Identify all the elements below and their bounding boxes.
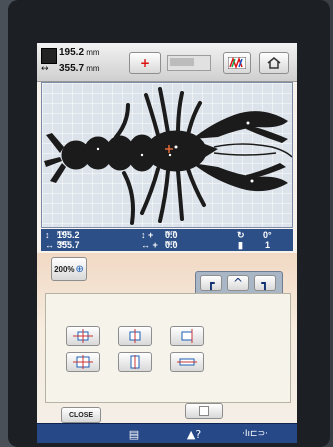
align-frame-button[interactable] (66, 352, 100, 372)
design-grid (42, 83, 292, 227)
design-preview-canvas[interactable] (41, 82, 293, 228)
height-icon: ↕ (45, 230, 50, 240)
edit-panel: 200% ⊕ ┏ ^ ┓ < • > ┗ v ┛ (37, 253, 297, 443)
help-button[interactable]: ▲ ? (177, 426, 211, 442)
align-horizontal-button[interactable] (170, 352, 204, 372)
help-label: ? (195, 427, 202, 441)
top-bottom-align-icon (130, 355, 140, 369)
thread-spool-icon: ▮ (238, 240, 243, 250)
zoom-label: 200% (54, 264, 75, 274)
document-icon[interactable]: ▤ (123, 426, 145, 442)
move-up-button[interactable]: ^ (227, 275, 249, 291)
color-palette-button[interactable] (223, 52, 251, 74)
person-icon: ▲ (186, 427, 196, 441)
width-icon: ↔ (45, 240, 54, 250)
hoop-shape-icon (170, 58, 194, 66)
top-bar: 195.2 mm ↔ 355.7 mm + (37, 43, 297, 82)
design-info-bar: ↕ 195.2 mm ↔ 355.7 mm ↕ + 0.0 mm ↔ + 0.0… (41, 229, 293, 251)
info-color-count: 1 (265, 240, 271, 250)
close-label: CLOSE (68, 411, 94, 419)
info-rotation: 0° (263, 230, 272, 240)
horizontal-align-icon (177, 358, 197, 366)
width-size-icon (41, 48, 57, 64)
y-offset-icon: ↕ + (141, 230, 154, 240)
hoop-center-button[interactable]: + (129, 52, 161, 74)
align-top-bottom-button[interactable] (118, 352, 152, 372)
cross-align-icon (73, 329, 93, 343)
height-size-icon: ↔ (41, 64, 49, 74)
hoop-size-indicator (167, 55, 211, 71)
close-button[interactable]: CLOSE (61, 407, 101, 423)
align-right-button[interactable] (170, 326, 204, 346)
stitch-start-button[interactable] (185, 403, 223, 419)
align-vertical-center-button[interactable] (118, 326, 152, 346)
layout-panel (45, 293, 291, 403)
thread-color-icon (228, 57, 246, 69)
vertical-align-icon (129, 329, 141, 343)
presser-foot-icon[interactable]: ·Iı⊏⊃· (233, 426, 277, 442)
move-up-right-button[interactable]: ┓ (254, 275, 276, 291)
bottom-bar: ▤ ▲ ? ·Iı⊏⊃· (37, 423, 297, 443)
align-center-cross-button[interactable] (66, 326, 100, 346)
home-icon (267, 57, 281, 69)
x-offset-icon: ↔ + (141, 240, 158, 250)
frame-align-icon (73, 355, 93, 369)
plus-icon: + (139, 56, 151, 70)
right-align-icon (181, 329, 193, 343)
magnifier-icon: ⊕ (75, 263, 84, 275)
square-icon (199, 406, 209, 416)
home-button[interactable] (259, 52, 289, 74)
move-up-left-button[interactable]: ┏ (200, 275, 222, 291)
machine-screen: 195.2 mm ↔ 355.7 mm + ↕ 195.2 mm ↔ 355.7… (37, 43, 297, 443)
design-height-readout: 355.7 mm (59, 63, 100, 74)
zoom-button[interactable]: 200% ⊕ (51, 257, 87, 281)
design-width-readout: 195.2 mm (59, 47, 100, 58)
